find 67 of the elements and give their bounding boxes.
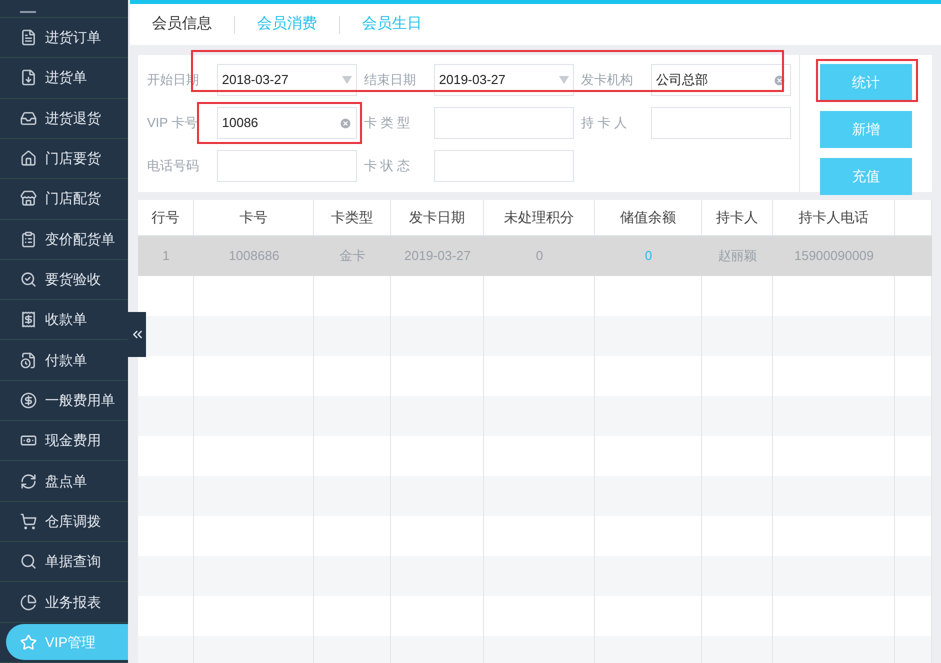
store-icon xyxy=(20,190,37,208)
dropdown-icon xyxy=(342,76,352,84)
table-cell-text: 1008686 xyxy=(228,247,280,266)
input-field[interactable]: 2018-03-27 xyxy=(217,64,357,96)
magnifier-icon xyxy=(20,271,37,288)
input-field[interactable] xyxy=(651,107,791,139)
document-icon xyxy=(20,29,37,46)
sidebar-item[interactable]: 盘点单 xyxy=(0,463,128,500)
sidebar-item[interactable]: 收款单 xyxy=(0,302,128,338)
clipboard-icon xyxy=(20,230,37,248)
sidebar-item[interactable]: 现金费用 xyxy=(0,422,128,459)
input-field[interactable] xyxy=(217,150,357,182)
star-icon xyxy=(20,634,37,651)
collapse-handle[interactable] xyxy=(128,312,146,357)
sidebar-item[interactable]: 变价配货单 xyxy=(0,221,128,258)
field-label: 卡 状 态 xyxy=(364,157,412,176)
document-icon xyxy=(20,352,37,369)
coin-icon xyxy=(20,392,37,409)
column-header: 储值余额 xyxy=(595,200,702,235)
field-label: VIP 卡号 xyxy=(147,114,198,132)
tray-icon xyxy=(20,110,37,127)
column-header: 持卡人电话 xyxy=(773,200,895,235)
field-label: 结束日期 xyxy=(364,71,417,90)
table-cell-text: 金卡 xyxy=(340,247,366,266)
sidebar-item[interactable]: 一般费用单 xyxy=(0,382,128,418)
field-label: 发卡机构 xyxy=(581,71,634,90)
column-header: 发卡日期 xyxy=(391,200,484,235)
table-cell-text: 2019-03-27 xyxy=(404,247,471,266)
receipt-icon xyxy=(20,311,37,328)
sidebar-item[interactable]: 仓库调拨 xyxy=(0,503,128,540)
input-field[interactable] xyxy=(434,107,574,139)
input-field[interactable]: 10086 xyxy=(217,107,357,139)
sidebar-item[interactable]: 付款单 xyxy=(0,342,128,378)
input-field[interactable]: 2019-03-27 xyxy=(434,64,574,96)
field-label: 电话号码 xyxy=(147,157,200,176)
table-cell-text: 1 xyxy=(162,247,170,266)
field-label: 卡 类 型 xyxy=(364,114,412,132)
column-header: 持卡人 xyxy=(702,200,773,235)
house-icon xyxy=(20,150,37,168)
table-cell-text: 赵丽颖 xyxy=(718,247,757,266)
sidebar-item[interactable]: 业务报表 xyxy=(0,584,128,620)
pie-chart-icon xyxy=(20,594,37,610)
sidebar-item[interactable]: 进货退货 xyxy=(0,100,128,136)
column-header: 未处理积分 xyxy=(484,200,595,235)
input-field[interactable]: 公司总部 xyxy=(651,64,791,96)
sidebar-item[interactable]: 门店配货 xyxy=(0,180,128,217)
input-field[interactable] xyxy=(434,150,574,182)
search-icon xyxy=(20,553,37,570)
document-icon xyxy=(20,69,37,86)
sidebar-item[interactable]: 单据查询 xyxy=(0,544,128,580)
menu-icon xyxy=(20,10,36,13)
cycle-icon xyxy=(20,472,37,490)
column-header: 卡类型 xyxy=(314,200,391,235)
field-label: 持 卡 人 xyxy=(581,114,628,132)
sidebar-item[interactable]: 门店要货 xyxy=(0,140,128,177)
table-cell-text: 0 xyxy=(536,247,544,266)
tab[interactable]: 会员信息 xyxy=(152,13,212,36)
dropdown-icon xyxy=(559,76,569,84)
clear-icon[interactable] xyxy=(339,116,352,130)
column-header: 卡号 xyxy=(194,200,314,235)
table-cell-text: 0 xyxy=(644,247,652,266)
cart-icon xyxy=(20,512,37,530)
table-cell-text: 15900090009 xyxy=(794,247,874,266)
sidebar-item[interactable]: 进货单 xyxy=(0,60,128,96)
sidebar-item[interactable]: 要货验收 xyxy=(0,262,128,298)
column-header: 行号 xyxy=(138,200,194,235)
sidebar-item[interactable]: 进货订单 xyxy=(0,20,128,56)
